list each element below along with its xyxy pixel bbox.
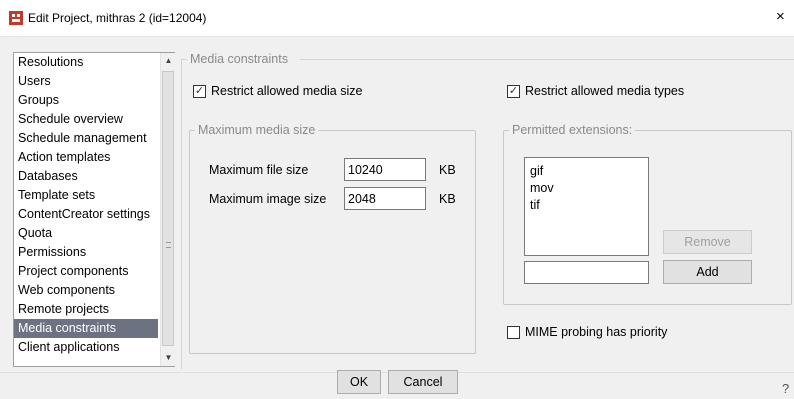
app-logo-icon — [9, 11, 23, 25]
restrict-size-label[interactable]: Restrict allowed media size — [211, 84, 362, 98]
list-item[interactable]: tif — [525, 197, 648, 214]
grip-icon — [166, 242, 171, 248]
title-bar: Edit Project, mithras 2 (id=12004) × — [0, 0, 794, 36]
sidebar-items: Resolutions Users Groups Schedule overview S… — [14, 53, 158, 366]
list-item[interactable]: gif — [525, 163, 648, 180]
sidebar-item[interactable]: Quota — [14, 224, 158, 243]
sidebar-item[interactable]: Remote projects — [14, 300, 158, 319]
sidebar-item[interactable]: Web components — [14, 281, 158, 300]
section-title: Media constraints — [190, 52, 288, 66]
help-icon[interactable]: ? — [782, 381, 789, 396]
remove-button[interactable]: Remove — [663, 230, 752, 254]
check-icon: ✓ — [194, 85, 205, 97]
max-image-size-input[interactable] — [344, 187, 426, 210]
max-image-size-unit: KB — [439, 192, 456, 206]
permitted-extensions-title: Permitted extensions: — [509, 123, 636, 137]
close-icon[interactable]: × — [776, 9, 785, 25]
sidebar-item[interactable]: Schedule management — [14, 129, 158, 148]
add-button[interactable]: Add — [663, 260, 752, 284]
settings-category-list[interactable]: Resolutions Users Groups Schedule overview S… — [13, 52, 175, 367]
list-item[interactable]: mov — [525, 180, 648, 197]
restrict-size-checkbox[interactable]: ✓ — [193, 85, 206, 98]
sidebar-item[interactable]: Project components — [14, 262, 158, 281]
max-media-size-title: Maximum media size — [195, 123, 319, 137]
sidebar-item[interactable]: ContentCreator settings — [14, 205, 158, 224]
scroll-up-icon[interactable]: ▲ — [161, 53, 176, 69]
section-border — [181, 59, 182, 369]
ok-button[interactable]: OK — [337, 370, 381, 394]
section-rule — [300, 59, 794, 60]
check-icon: ✓ — [508, 85, 519, 97]
cancel-button[interactable]: Cancel — [388, 370, 458, 394]
sidebar-item[interactable]: Databases — [14, 167, 158, 186]
max-image-size-label: Maximum image size — [209, 192, 327, 206]
max-file-size-input[interactable] — [344, 158, 426, 181]
sidebar-item[interactable]: Client applications — [14, 338, 158, 357]
sidebar-item[interactable]: Permissions — [14, 243, 158, 262]
scroll-thumb[interactable] — [162, 71, 174, 346]
sidebar-item[interactable]: Template sets — [14, 186, 158, 205]
restrict-types-checkbox[interactable]: ✓ — [507, 85, 520, 98]
sidebar-item[interactable]: Resolutions — [14, 53, 158, 72]
mime-probing-checkbox[interactable] — [507, 326, 520, 339]
sidebar-item[interactable]: Schedule overview — [14, 110, 158, 129]
title-divider — [0, 36, 794, 37]
restrict-types-label[interactable]: Restrict allowed media types — [525, 84, 684, 98]
mime-probing-label[interactable]: MIME probing has priority — [525, 325, 667, 339]
extensions-list[interactable]: gif mov tif — [524, 157, 649, 256]
window-title: Edit Project, mithras 2 (id=12004) — [28, 11, 207, 25]
scroll-down-icon[interactable]: ▼ — [161, 350, 176, 366]
new-extension-input[interactable] — [524, 261, 649, 284]
sidebar-item[interactable]: Action templates — [14, 148, 158, 167]
sidebar-item[interactable]: Users — [14, 72, 158, 91]
sidebar-scrollbar[interactable]: ▲ ▼ — [160, 53, 175, 366]
sidebar-item[interactable]: Media constraints — [14, 319, 158, 338]
sidebar-item[interactable]: Groups — [14, 91, 158, 110]
max-file-size-unit: KB — [439, 163, 456, 177]
max-file-size-label: Maximum file size — [209, 163, 309, 177]
